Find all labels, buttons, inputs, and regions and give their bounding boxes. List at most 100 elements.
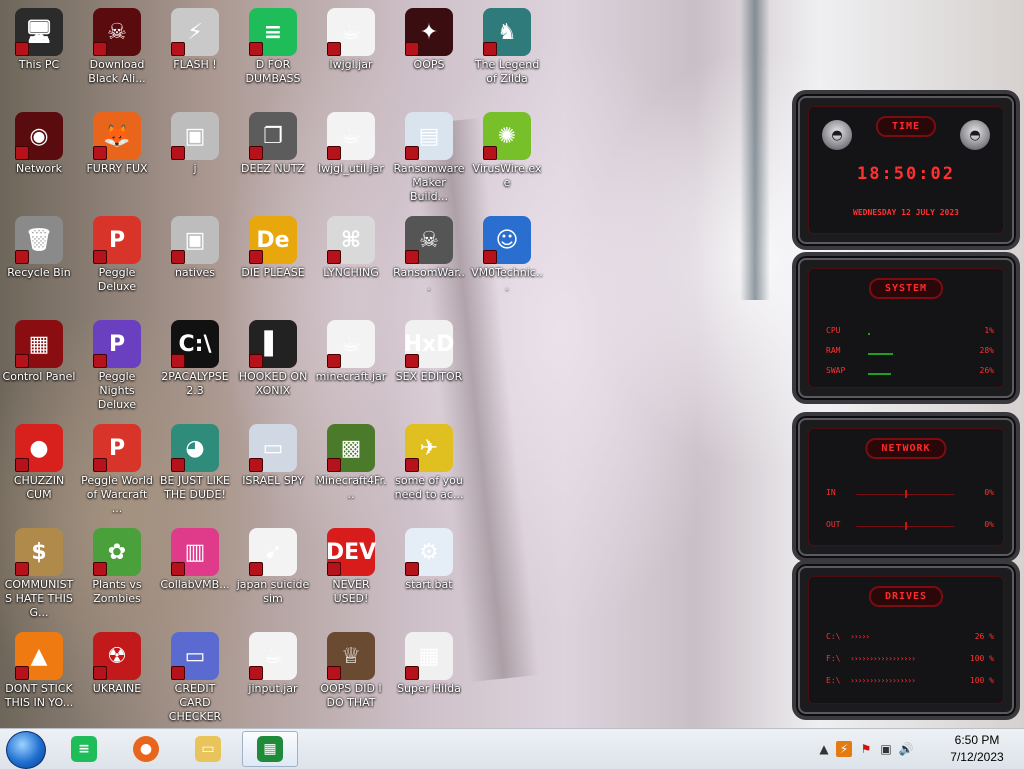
desktop-icon[interactable]: ≡ D FOR DUMBASS [234, 4, 312, 104]
network-gadget[interactable]: NETWORK IN 0% OUT 0% [792, 412, 1020, 562]
drive-row-label: E:\ [826, 676, 841, 685]
gadget-sidebar: ◓ ◓ TIME 18:50:02 WEDNESDAY 12 JULY 2023… [792, 90, 1020, 720]
firefox-icon: ● [133, 736, 159, 762]
desktop-icon[interactable]: ▦ Super Hilda [390, 628, 468, 728]
taskbar-app-calculator[interactable]: ▦ [242, 731, 298, 767]
network-icon[interactable]: ▣ [878, 741, 894, 757]
desktop-icon-image: 🦊 [93, 112, 141, 160]
desktop-icon[interactable]: ▦ Control Panel [0, 316, 78, 416]
drive-row: C:\ ››››› 26 % [826, 632, 994, 646]
desktop-icon[interactable]: 🖥 This PC [0, 4, 78, 104]
desktop-icon-label: ISRAEL SPY [242, 474, 304, 487]
desktop-icon[interactable]: ♕ OOPS DID I DO THAT [312, 628, 390, 728]
desktop-icon-label: OOPS DID I DO THAT [320, 682, 382, 709]
desktop-icon[interactable]: ▭ ISRAEL SPY [234, 420, 312, 520]
desktop-icon-label: OOPS [413, 58, 445, 71]
desktop-icon[interactable]: ✿ Plants vs Zombies [78, 524, 156, 624]
desktop-icon[interactable]: De DIE PLEASE [234, 212, 312, 312]
desktop-icon[interactable]: ✦ OOPS [390, 4, 468, 104]
shortcut-overlay-icon [15, 458, 29, 472]
desktop-icon[interactable]: ● CHUZZIN CUM [0, 420, 78, 520]
desktop-icon[interactable]: DEV NEVER USED! [312, 524, 390, 624]
desktop-icon[interactable]: ☕ lwjgl.jar [312, 4, 390, 104]
shortcut-overlay-icon [171, 146, 185, 160]
desktop-icon-label: VirusWire.exe [472, 162, 542, 189]
desktop-icon-label: Peggle World of Warcraft ... [81, 474, 153, 515]
desktop-icon[interactable]: ☠ Download Black Ali... [78, 4, 156, 104]
shortcut-overlay-icon [15, 250, 29, 264]
desktop-icon[interactable]: ▩ Minecraft4Fr... [312, 420, 390, 520]
desktop-icon[interactable]: ⚙ start.bat [390, 524, 468, 624]
desktop-icon-image: DEV [326, 528, 376, 576]
desktop-icon[interactable]: ☕ jinput.jar [234, 628, 312, 728]
app-icon: ☕ [341, 19, 361, 45]
network-row-value: 0% [984, 520, 994, 529]
desktop-icon[interactable]: P Peggle World of Warcraft ... [78, 420, 156, 520]
desktop-icon[interactable]: ▣ j [156, 108, 234, 208]
desktop-icon-image: ☺ [483, 216, 531, 264]
taskbar-app-firefox[interactable]: ● [118, 731, 174, 767]
shortcut-overlay-icon [405, 458, 419, 472]
desktop-icon[interactable]: ➹ japan suicide sim [234, 524, 312, 624]
desktop-icon[interactable]: ☢ UKRAINE [78, 628, 156, 728]
desktop-icon[interactable]: $ COMMUNISTS HATE THIS G... [0, 524, 78, 624]
desktop-icon-label: start.bat [405, 578, 453, 591]
desktop-icon[interactable]: ✈ some of you need to ac... [390, 420, 468, 520]
desktop-icon[interactable]: P Peggle Nights Deluxe [78, 316, 156, 416]
desktop-icon[interactable]: 🗑 Recycle Bin [0, 212, 78, 312]
drives-gadget[interactable]: DRIVES C:\ ››››› 26 % F:\ ››››››››››››››… [792, 560, 1020, 720]
desktop-icon[interactable]: ◉ Network [0, 108, 78, 208]
app-icon: ▣ [184, 123, 206, 149]
desktop-icon[interactable]: ♞ The Legend of Zilda [468, 4, 546, 104]
start-button[interactable] [6, 731, 46, 769]
desktop-icon-grid: 🖥 This PC ☠ Download Black Ali... ⚡ FLASH ! ≡ D… [0, 0, 780, 728]
desktop-icon[interactable]: HxD SEX EDITOR [390, 316, 468, 416]
app-icon: ☕ [341, 123, 361, 149]
desktop-icon[interactable]: P Peggle Deluxe [78, 212, 156, 312]
app-icon: ⚙ [419, 539, 439, 565]
desktop-icon[interactable]: ☠ RansomWar... [390, 212, 468, 312]
shortcut-overlay-icon [327, 458, 341, 472]
shortcut-overlay-icon [15, 354, 29, 368]
desktop-icon[interactable]: ▭ CREDIT CARD CHECKER [156, 628, 234, 728]
shortcut-overlay-icon [249, 666, 263, 680]
taskbar-app-file-explorer[interactable]: ▭ [180, 731, 236, 767]
show-hidden-icons-chevron-icon[interactable]: ▲ [816, 741, 832, 757]
desktop-icon-label: Peggle Deluxe [97, 266, 137, 293]
desktop-icon[interactable]: ☕ lwjgl_util.jar [312, 108, 390, 208]
app-icon: ▌ [264, 331, 282, 357]
desktop-icon[interactable]: ❐ DEEZ NUTZ [234, 108, 312, 208]
shortcut-overlay-icon [327, 562, 341, 576]
desktop-icon[interactable]: ▤ Ransomware Maker Build... [390, 108, 468, 208]
taskbar-app-spotify[interactable]: ≡ [56, 731, 112, 767]
desktop-icon-image: ▦ [405, 632, 453, 680]
time-gadget[interactable]: ◓ ◓ TIME 18:50:02 WEDNESDAY 12 JULY 2023 [792, 90, 1020, 250]
shortcut-overlay-icon [93, 562, 107, 576]
app-icon: ☠ [419, 227, 439, 253]
desktop-icon[interactable]: ✺ VirusWire.exe [468, 108, 546, 208]
system-gadget[interactable]: SYSTEM CPU 1% RAM 28% SWAP 26% [792, 252, 1020, 404]
desktop-icon-label: Ransomware Maker Build... [393, 162, 465, 203]
desktop-icon[interactable]: ☕ minecraft.jar [312, 316, 390, 416]
desktop-icon-label: some of you need to ac... [394, 474, 464, 501]
desktop-icon[interactable]: ▣ natives [156, 212, 234, 312]
desktop-icon[interactable]: C:\ 2PACALYPSE 2.3 [156, 316, 234, 416]
system-row-label: RAM [826, 346, 841, 355]
desktop-icon[interactable]: ◕ BE JUST LIKE THE DUDE! [156, 420, 234, 520]
desktop-icon[interactable]: ⚡ FLASH ! [156, 4, 234, 104]
desktop-icon[interactable]: ▥ CollabVMB... [156, 524, 234, 624]
desktop-icon[interactable]: 🦊 FURRY FUX [78, 108, 156, 208]
security-alert-icon[interactable]: ⚑ [858, 741, 874, 757]
clock-time: 6:50 PM [954, 733, 1000, 747]
desktop-icon[interactable]: ▌ HOOKED ON XONIX [234, 316, 312, 416]
shortcut-overlay-icon [483, 146, 497, 160]
tray-app-icon[interactable]: ⚡ [836, 741, 852, 757]
desktop-icon[interactable]: ☺ VM0Technic... [468, 212, 546, 312]
desktop-icon[interactable]: ⌘ LYNCHING [312, 212, 390, 312]
system-row-value: 1% [984, 326, 994, 335]
app-icon: ❐ [263, 123, 283, 149]
volume-icon[interactable]: 🔊 [898, 741, 914, 757]
desktop-icon-image: ♞ [483, 8, 531, 56]
taskbar-clock[interactable]: 6:50 PM 7/12/2023 [940, 732, 1014, 766]
desktop-icon[interactable]: ▲ DONT STICK THIS IN YO... [0, 628, 78, 728]
